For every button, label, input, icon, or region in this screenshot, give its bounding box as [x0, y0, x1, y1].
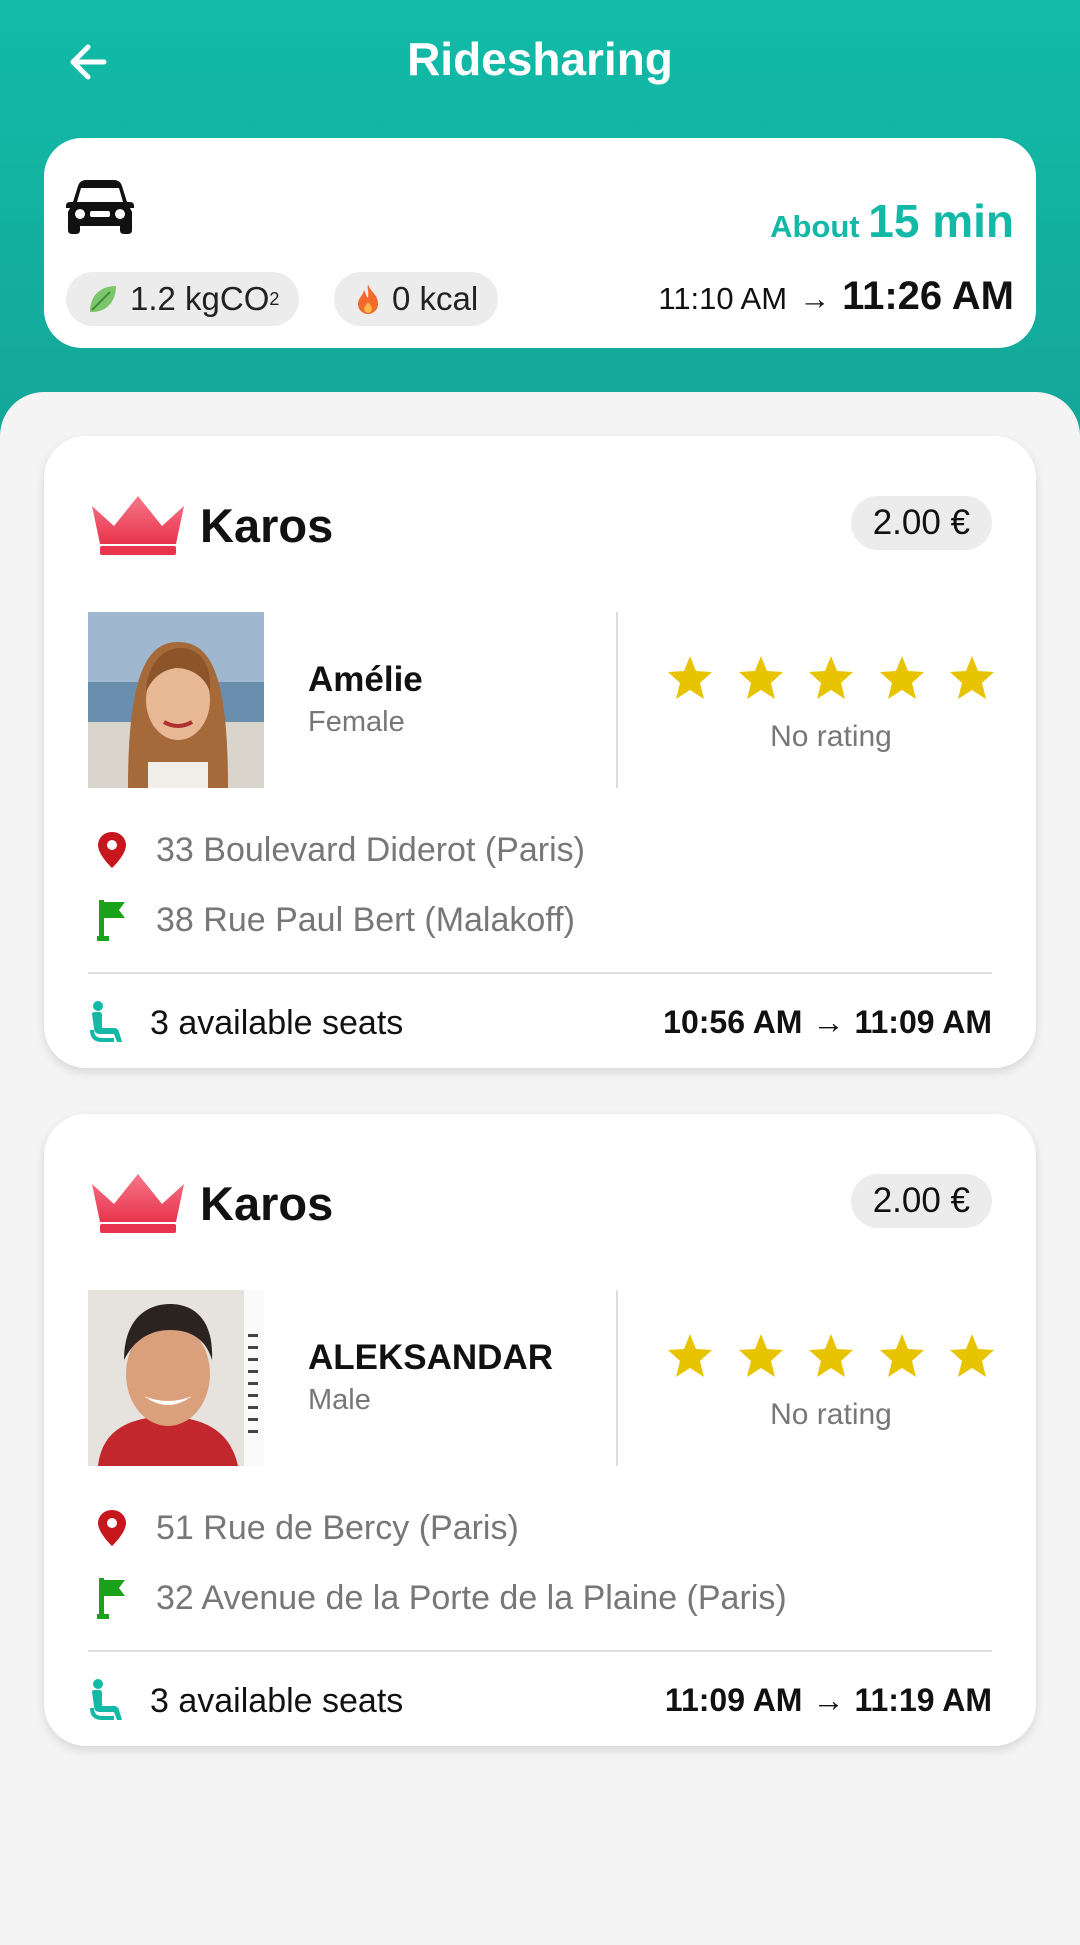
dropoff-address: 32 Avenue de la Porte de la Plaine (Pari… [88, 1576, 787, 1620]
kcal-value: 0 kcal [392, 280, 479, 317]
duration-estimate: About 15 min [770, 194, 1014, 248]
trip-times: 11:10 AM → 11:26 AM [658, 274, 1014, 319]
ride-arrival-time: 11:19 AM [854, 1682, 992, 1718]
star-icon [738, 656, 783, 699]
kcal-badge: 0 kcal [334, 272, 499, 326]
star-icon [950, 656, 994, 699]
dropoff-address: 38 Rue Paul Bert (Malakoff) [88, 898, 575, 942]
top-bar: Ridesharing [0, 0, 1080, 122]
duration-prefix: About [770, 209, 860, 244]
car-icon [66, 180, 134, 234]
driver-name: Amélie [308, 660, 423, 699]
provider-name: Karos [200, 498, 334, 552]
trip-summary-card: 1.2 kgCO 2 0 kcal About 15 min 11:10 AM →… [44, 138, 1036, 348]
flag-icon [97, 900, 125, 941]
results-sheet: Karos 2.00 € Amélie Female No rating 33 … [0, 392, 1080, 1945]
provider-name: Karos [200, 1176, 334, 1230]
location-pin-icon [98, 1510, 126, 1546]
provider: Karos [88, 494, 333, 556]
co2-value: 1.2 kgCO [130, 280, 270, 317]
location-pin-icon [98, 832, 126, 868]
provider: Karos [88, 1172, 333, 1234]
divider [88, 972, 992, 974]
star-icon [668, 1334, 712, 1377]
co2-subscript: 2 [269, 288, 280, 309]
crown-icon [92, 496, 184, 555]
divider [616, 1290, 618, 1466]
ride-arrow: → [812, 1004, 845, 1040]
driver-name: ALEKSANDAR [308, 1338, 553, 1377]
seats-info: 3 available seats [88, 1000, 403, 1046]
crown-icon [92, 1174, 184, 1233]
price-badge: 2.00 € [850, 496, 992, 550]
star-icon [879, 656, 924, 699]
flame-icon [358, 284, 378, 314]
star-icon [879, 1334, 924, 1377]
rating-text: No rating [770, 720, 892, 753]
rating-text: No rating [770, 1398, 892, 1431]
duration-value: 15 min [868, 195, 1014, 247]
seats-info: 3 available seats [88, 1678, 403, 1724]
pickup-address: 33 Boulevard Diderot (Paris) [88, 830, 585, 870]
ride-times: 11:09 AM → 11:19 AM [665, 1682, 992, 1719]
price-badge: 2.00 € [850, 1174, 992, 1228]
pickup-address-text: 33 Boulevard Diderot (Paris) [156, 830, 585, 869]
driver-avatar [88, 612, 264, 788]
ride-arrow: → [812, 1682, 845, 1718]
trip-departure-time: 11:10 AM [658, 281, 788, 316]
ride-departure-time: 10:56 AM [663, 1004, 803, 1040]
co2-badge: 1.2 kgCO 2 [66, 272, 300, 326]
star-icon [809, 656, 853, 699]
seats-text: 3 available seats [150, 1003, 404, 1042]
seats-text: 3 available seats [150, 1681, 404, 1720]
trip-arrow: → [799, 281, 831, 316]
driver-gender: Male [308, 1384, 371, 1416]
driver-gender: Female [308, 706, 405, 738]
page-title: Ridesharing [407, 33, 673, 85]
ride-arrival-time: 11:09 AM [854, 1004, 992, 1040]
divider [616, 612, 618, 788]
star-icon [809, 1334, 853, 1377]
ride-card[interactable]: Karos 2.00 € Amélie Female No rating 33 … [44, 436, 1036, 1068]
leaf-icon [90, 286, 116, 312]
seat-icon [90, 1001, 122, 1042]
pickup-address: 51 Rue de Bercy (Paris) [88, 1508, 519, 1548]
rating-stars [666, 1332, 996, 1380]
flag-icon [97, 1578, 125, 1619]
trip-arrival-time: 11:26 AM [842, 274, 1014, 318]
rating-stars [666, 654, 996, 702]
dropoff-address-text: 32 Avenue de la Porte de la Plaine (Pari… [156, 1578, 787, 1617]
divider [88, 1650, 992, 1652]
driver-avatar [88, 1290, 264, 1466]
star-icon [668, 656, 712, 699]
ride-departure-time: 11:09 AM [664, 1682, 803, 1718]
ride-card[interactable]: Karos 2.00 € ALEKSANDAR Male No rating 5… [44, 1114, 1036, 1746]
star-icon [738, 1334, 783, 1377]
seat-icon [90, 1679, 122, 1720]
star-icon [950, 1334, 994, 1377]
dropoff-address-text: 38 Rue Paul Bert (Malakoff) [156, 900, 575, 939]
ride-times: 10:56 AM → 11:09 AM [663, 1004, 992, 1041]
pickup-address-text: 51 Rue de Bercy (Paris) [156, 1508, 519, 1547]
